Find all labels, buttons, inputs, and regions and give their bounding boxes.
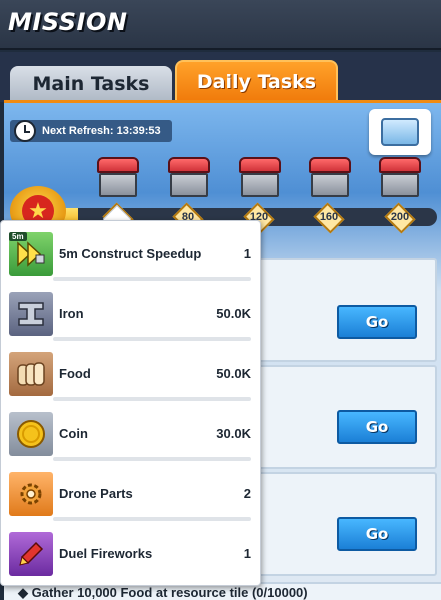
speedup-icon: 5m <box>9 232 53 276</box>
divider <box>53 277 251 281</box>
reward-amount: 1 <box>243 246 251 261</box>
divider <box>53 457 251 461</box>
go-button[interactable]: Go <box>337 305 417 339</box>
reward-chest-160[interactable] <box>307 155 353 203</box>
milestone-label: 200 <box>390 211 410 223</box>
chest-icon <box>381 118 419 146</box>
reward-preview-popup: 5m 5m Construct Speedup 1 Iron 50.0K Foo… <box>0 220 261 586</box>
reward-item: Food 50.0K <box>7 347 255 401</box>
go-button[interactable]: Go <box>337 517 417 551</box>
reward-item: Coin 30.0K <box>7 407 255 461</box>
firework-icon <box>9 532 53 576</box>
reward-amount: 2 <box>243 486 251 501</box>
reward-chest-200[interactable] <box>377 155 423 203</box>
reward-amount: 30.0K <box>216 426 251 441</box>
reward-name: Iron <box>59 306 84 321</box>
reward-item: Drone Parts 2 <box>7 467 255 521</box>
bread-icon <box>9 352 53 396</box>
reward-name: Drone Parts <box>59 486 133 501</box>
divider <box>53 337 251 341</box>
reward-amount: 1 <box>243 546 251 561</box>
go-button[interactable]: Go <box>337 410 417 444</box>
tab-daily-tasks[interactable]: Daily Tasks <box>175 60 338 102</box>
page-title: MISSION <box>8 8 128 36</box>
reward-name: Coin <box>59 426 88 441</box>
milestone-label: 160 <box>319 211 339 223</box>
tab-main-tasks[interactable]: Main Tasks <box>10 66 172 102</box>
grand-chest-button[interactable] <box>369 109 431 155</box>
reward-item: Duel Fireworks 1 <box>7 527 255 581</box>
reward-chest-80[interactable] <box>166 155 212 203</box>
reward-item: 5m 5m Construct Speedup 1 <box>7 227 255 281</box>
reward-name: 5m Construct Speedup <box>59 246 202 261</box>
reward-amount: 50.0K <box>216 366 251 381</box>
coin-icon <box>9 412 53 456</box>
reward-chest-120[interactable] <box>237 155 283 203</box>
reward-item: Iron 50.0K <box>7 287 255 341</box>
reward-name: Food <box>59 366 91 381</box>
gear-icon <box>9 472 53 516</box>
header-bar: MISSION <box>0 0 441 50</box>
refresh-label: Next Refresh: 13:39:53 <box>42 125 161 137</box>
reward-chest-40[interactable] <box>95 155 141 203</box>
iron-icon <box>9 292 53 336</box>
divider <box>53 397 251 401</box>
reward-amount: 50.0K <box>216 306 251 321</box>
refresh-timer: Next Refresh: 13:39:53 <box>10 120 172 142</box>
divider <box>53 517 251 521</box>
stopwatch-icon <box>14 120 36 142</box>
speedup-badge: 5m <box>9 232 27 241</box>
reward-name: Duel Fireworks <box>59 546 153 561</box>
